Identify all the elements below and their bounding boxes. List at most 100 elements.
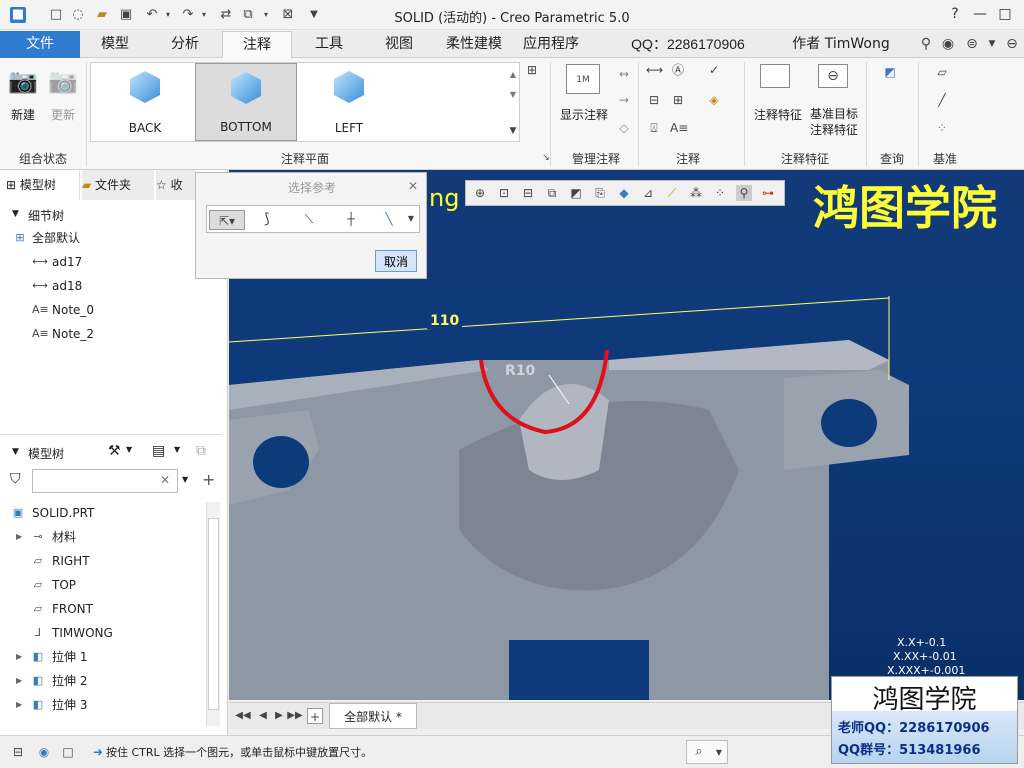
tree-item[interactable]: ▱ FRONT <box>0 598 210 620</box>
tab-folder[interactable]: ▰ 文件夹 <box>82 170 154 200</box>
add-filter-icon[interactable]: + <box>202 470 215 489</box>
expand-icon[interactable]: ▶ <box>16 526 22 548</box>
datum-target-label[interactable]: 基准目标 注释特征 <box>806 106 862 138</box>
zoom-out-icon[interactable]: ⊟ <box>520 185 536 201</box>
search-dropdown-icon[interactable]: ▼ <box>182 475 188 484</box>
cancel-button[interactable]: 取消 <box>375 250 417 272</box>
expand-icon[interactable]: ▶ <box>16 646 22 668</box>
select-line-icon[interactable]: ╲ <box>381 211 397 227</box>
note-icon[interactable]: A≡ <box>670 120 688 136</box>
detail-tree-item[interactable]: ⟷ ad17 <box>0 251 210 273</box>
tab-tools[interactable]: 工具 <box>296 31 362 58</box>
help-dropdown-icon[interactable]: ▼ <box>984 36 1000 52</box>
tree-search-input[interactable] <box>32 469 178 493</box>
search-icon[interactable]: ⚲ <box>918 36 934 52</box>
show-icon[interactable]: ▤ <box>152 443 165 459</box>
point-icon[interactable]: ⁘ <box>934 120 950 136</box>
display-style-icon[interactable]: ◩ <box>568 185 584 201</box>
refit-icon[interactable]: ⊕ <box>472 185 488 201</box>
saved-views-icon[interactable]: ⎘ <box>592 185 608 201</box>
tab-favorites[interactable]: ☆ 收 <box>156 170 196 200</box>
view-manager-icon[interactable]: ◆ <box>616 185 632 201</box>
expand-icon[interactable]: ▶ <box>16 694 22 716</box>
plane-bottom[interactable]: BOTTOM <box>195 63 297 141</box>
arrow-icon[interactable]: → <box>616 92 632 108</box>
tree-scrollbar[interactable] <box>206 502 220 726</box>
geometric-tolerance-icon[interactable]: ⍍ <box>646 120 662 136</box>
tree-item[interactable]: ▶ ◧ 拉伸 3 <box>0 694 210 716</box>
selection-filter[interactable]: ⌕ ▼ <box>686 740 728 764</box>
tree-item[interactable]: ⅃ TIMWONG <box>0 622 210 644</box>
plane-options-icon[interactable]: ⊞ <box>524 62 540 78</box>
point-display-icon[interactable]: ⁘ <box>712 185 728 201</box>
gallery-up-icon[interactable]: ▲ <box>505 67 521 83</box>
tree-item[interactable]: ▣ SOLID.PRT <box>0 502 210 524</box>
detail-tree-item[interactable]: A≡ Note_2 <box>0 323 210 345</box>
dimension-icon[interactable]: ⟷ <box>646 62 663 78</box>
settings-dropdown-icon[interactable]: ▼ <box>126 445 132 454</box>
gallery-down-icon[interactable]: ▼ <box>505 87 521 103</box>
full-screen-icon[interactable]: □ <box>60 744 76 760</box>
select-point-icon[interactable]: ┼ <box>343 211 359 227</box>
tab-default-combo[interactable]: 全部默认 * <box>329 703 417 729</box>
ribbon-collapse-icon[interactable]: ⊖ <box>1004 36 1020 52</box>
ordinate-dimension-icon[interactable]: Ⓐ <box>670 62 686 78</box>
tab-flexible-modeling[interactable]: 柔性建模 <box>434 31 514 58</box>
scrollbar-thumb[interactable] <box>208 518 219 710</box>
tab-file[interactable]: 文件 <box>0 31 80 58</box>
reference-dimension-icon[interactable]: ⊟ <box>646 92 662 108</box>
annotation-feature-label[interactable]: 注释特征 <box>750 106 806 123</box>
show-dropdown-icon[interactable]: ▼ <box>174 445 180 454</box>
community-icon[interactable]: ⊜ <box>964 36 980 52</box>
symbol-icon[interactable]: ◈ <box>706 92 722 108</box>
erase-icon[interactable]: ◇ <box>616 120 632 136</box>
plane-back[interactable]: BACK <box>95 63 195 141</box>
dimension-110[interactable]: 110 <box>427 313 463 329</box>
manage-annotations-group-label[interactable]: 管理注释 <box>556 150 636 167</box>
add-tab-icon[interactable]: + <box>307 708 323 724</box>
datum-group-label[interactable]: 基准 <box>920 150 970 167</box>
tab-annotate[interactable]: 注释 <box>222 31 292 59</box>
repaint-icon[interactable]: ⧉ <box>544 185 560 201</box>
perspective-icon[interactable]: ⊿ <box>640 185 656 201</box>
gallery-more-icon[interactable]: ▼ <box>505 123 521 139</box>
select-curve-icon[interactable]: ⟆ <box>259 211 275 227</box>
plane-icon[interactable]: ▱ <box>934 64 950 80</box>
explode-dimension-icon[interactable]: ⊞ <box>670 92 686 108</box>
previous-tab-icon[interactable]: ◀ <box>255 708 271 724</box>
help-button[interactable]: ? <box>945 5 965 23</box>
model-tree-header[interactable]: ▼ 模型树 ⚒ ▼ ▤ ▼ ⧉ <box>0 442 222 464</box>
tab-view[interactable]: 视图 <box>366 31 432 58</box>
camera-new-icon[interactable]: 📷 <box>8 66 38 96</box>
spin-center-icon[interactable]: ⊶ <box>760 185 776 201</box>
select-arrow-icon[interactable]: ⇱▾ <box>209 210 245 230</box>
csys-display-icon[interactable]: ⚲ <box>736 185 752 201</box>
minimize-button[interactable]: — <box>970 5 990 23</box>
collapse-icon[interactable]: ▼ <box>12 209 19 219</box>
annotation-display-icon[interactable]: ⁂ <box>688 185 704 201</box>
last-tab-icon[interactable]: ▶▶ <box>287 708 303 724</box>
tab-model-tree[interactable]: ⊞ 模型树 <box>6 170 80 200</box>
navigator-toggle-icon[interactable]: ⊟ <box>10 744 26 760</box>
zoom-in-icon[interactable]: ⊡ <box>496 185 512 201</box>
new-combo-label[interactable]: 新建 <box>6 106 40 123</box>
axis-icon[interactable]: ╱ <box>934 92 950 108</box>
filter-icon[interactable]: ⛉ <box>10 471 21 487</box>
query-icon[interactable]: ◩ <box>882 64 898 80</box>
help-circle-icon[interactable]: ◉ <box>940 36 956 52</box>
show-annotations-icon[interactable]: 1M <box>566 64 600 94</box>
datum-display-icon[interactable]: ⟋ <box>664 185 680 201</box>
first-tab-icon[interactable]: ◀◀ <box>235 708 251 724</box>
detail-tree-item[interactable]: ⊞ 全部默认 <box>0 227 210 249</box>
dialog-launcher-icon[interactable]: ↘ <box>538 150 554 166</box>
tree-settings-icon[interactable]: ⚒ <box>108 443 121 459</box>
tree-item[interactable]: ▶ ⊸ 材料 <box>0 526 210 548</box>
check-icon[interactable]: ✓ <box>706 62 722 78</box>
annotation-group-label[interactable]: 注释 <box>640 150 736 167</box>
filter-dropdown-icon[interactable]: ▼ <box>403 211 419 227</box>
clear-search-icon[interactable]: ✕ <box>160 473 170 487</box>
detail-tree-item[interactable]: A≡ Note_0 <box>0 299 210 321</box>
tab-analysis[interactable]: 分析 <box>152 31 218 58</box>
collapse-icon[interactable]: ▼ <box>12 447 19 457</box>
show-annotations-label[interactable]: 显示注释 <box>556 106 612 123</box>
